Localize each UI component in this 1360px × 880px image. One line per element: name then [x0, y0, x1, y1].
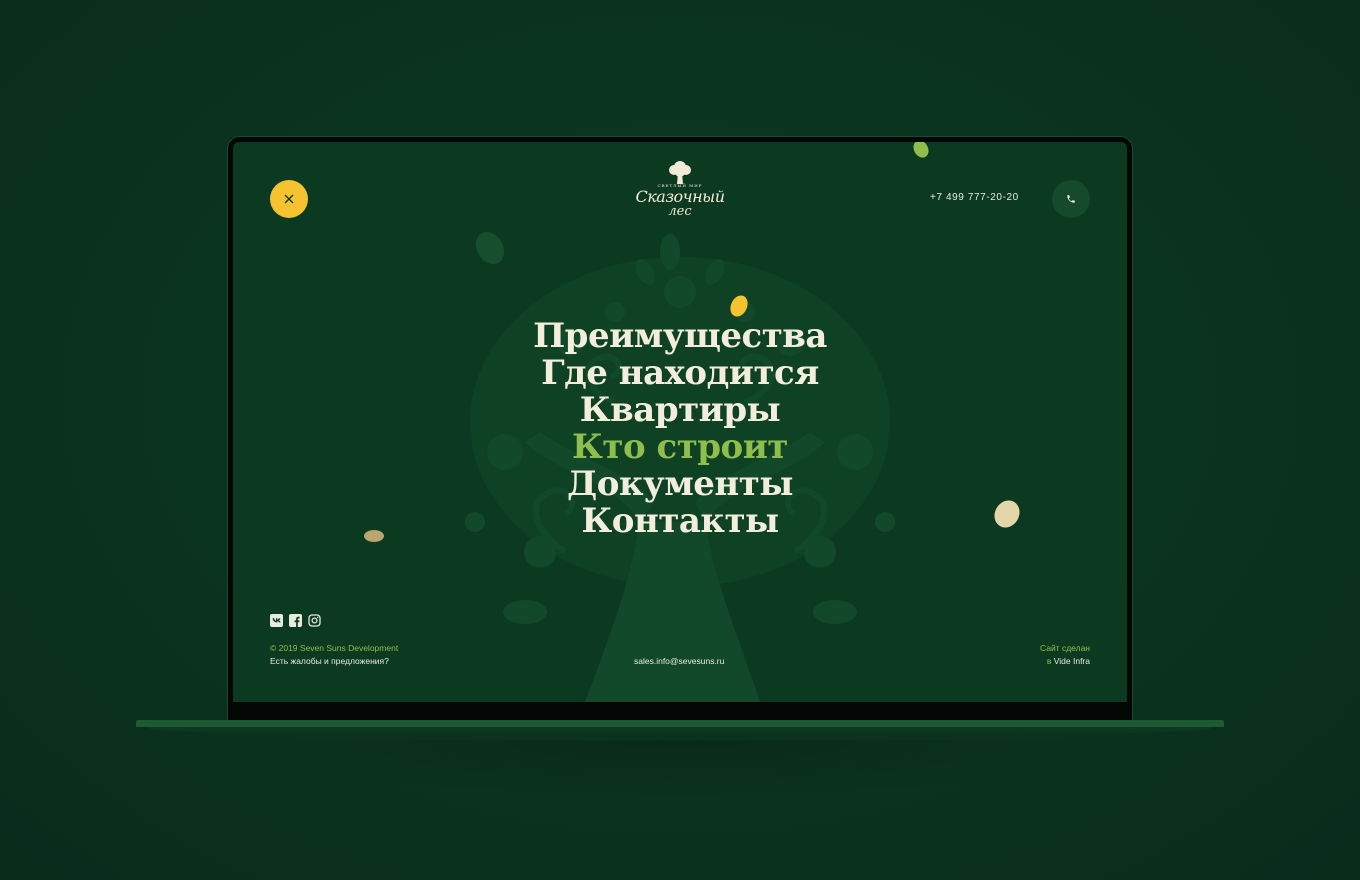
- menu-item-contacts[interactable]: Контакты: [233, 503, 1127, 540]
- website-screen: СВЕТЛЫЙ МИР Сказочный лес +7 499 777-20-…: [233, 142, 1127, 702]
- laptop-shadow: [230, 740, 1130, 800]
- made-by-label: Сайт сделан: [1040, 643, 1090, 653]
- logo-name-line2: лес: [668, 204, 692, 219]
- laptop-base-edge: [150, 727, 1210, 737]
- leaf-decoration: [913, 142, 929, 158]
- vk-icon[interactable]: [270, 614, 283, 627]
- laptop-base: [136, 720, 1224, 727]
- close-icon: [284, 194, 294, 204]
- agency-link[interactable]: Vide Infra: [1054, 656, 1090, 666]
- device-mockup-scene: СВЕТЛЫЙ МИР Сказочный лес +7 499 777-20-…: [0, 0, 1360, 880]
- complaints-link[interactable]: Есть жалобы и предложения?: [270, 655, 389, 668]
- menu-item-advantages[interactable]: Преимущества: [233, 318, 1127, 355]
- copyright-text: © 2019 Seven Suns Development: [270, 643, 399, 653]
- menu-item-developer[interactable]: Кто строит: [233, 429, 1127, 466]
- social-links: [270, 614, 321, 627]
- call-button[interactable]: [1052, 180, 1090, 218]
- leaf-decoration: [475, 231, 505, 265]
- menu-item-documents[interactable]: Документы: [233, 466, 1127, 503]
- site-logo[interactable]: СВЕТЛЫЙ МИР Сказочный лес: [633, 160, 727, 230]
- facebook-icon[interactable]: [289, 614, 302, 627]
- main-navigation-menu: Преимущества Где находится Квартиры Кто …: [233, 318, 1127, 540]
- tree-logo-icon: [669, 161, 691, 184]
- logo-name-line1: Сказочный: [635, 187, 725, 206]
- email-link[interactable]: sales.info@sevesuns.ru: [634, 655, 724, 668]
- menu-item-apartments[interactable]: Квартиры: [233, 392, 1127, 429]
- instagram-icon[interactable]: [308, 614, 321, 627]
- leaf-decoration: [730, 295, 748, 317]
- close-menu-button[interactable]: [270, 180, 308, 218]
- phone-icon: [1067, 195, 1075, 203]
- menu-item-location[interactable]: Где находится: [233, 355, 1127, 392]
- made-by-credit: в Vide Infra: [1047, 655, 1090, 668]
- phone-number[interactable]: +7 499 777-20-20: [930, 192, 1019, 203]
- made-by-prefix: в: [1046, 656, 1052, 666]
